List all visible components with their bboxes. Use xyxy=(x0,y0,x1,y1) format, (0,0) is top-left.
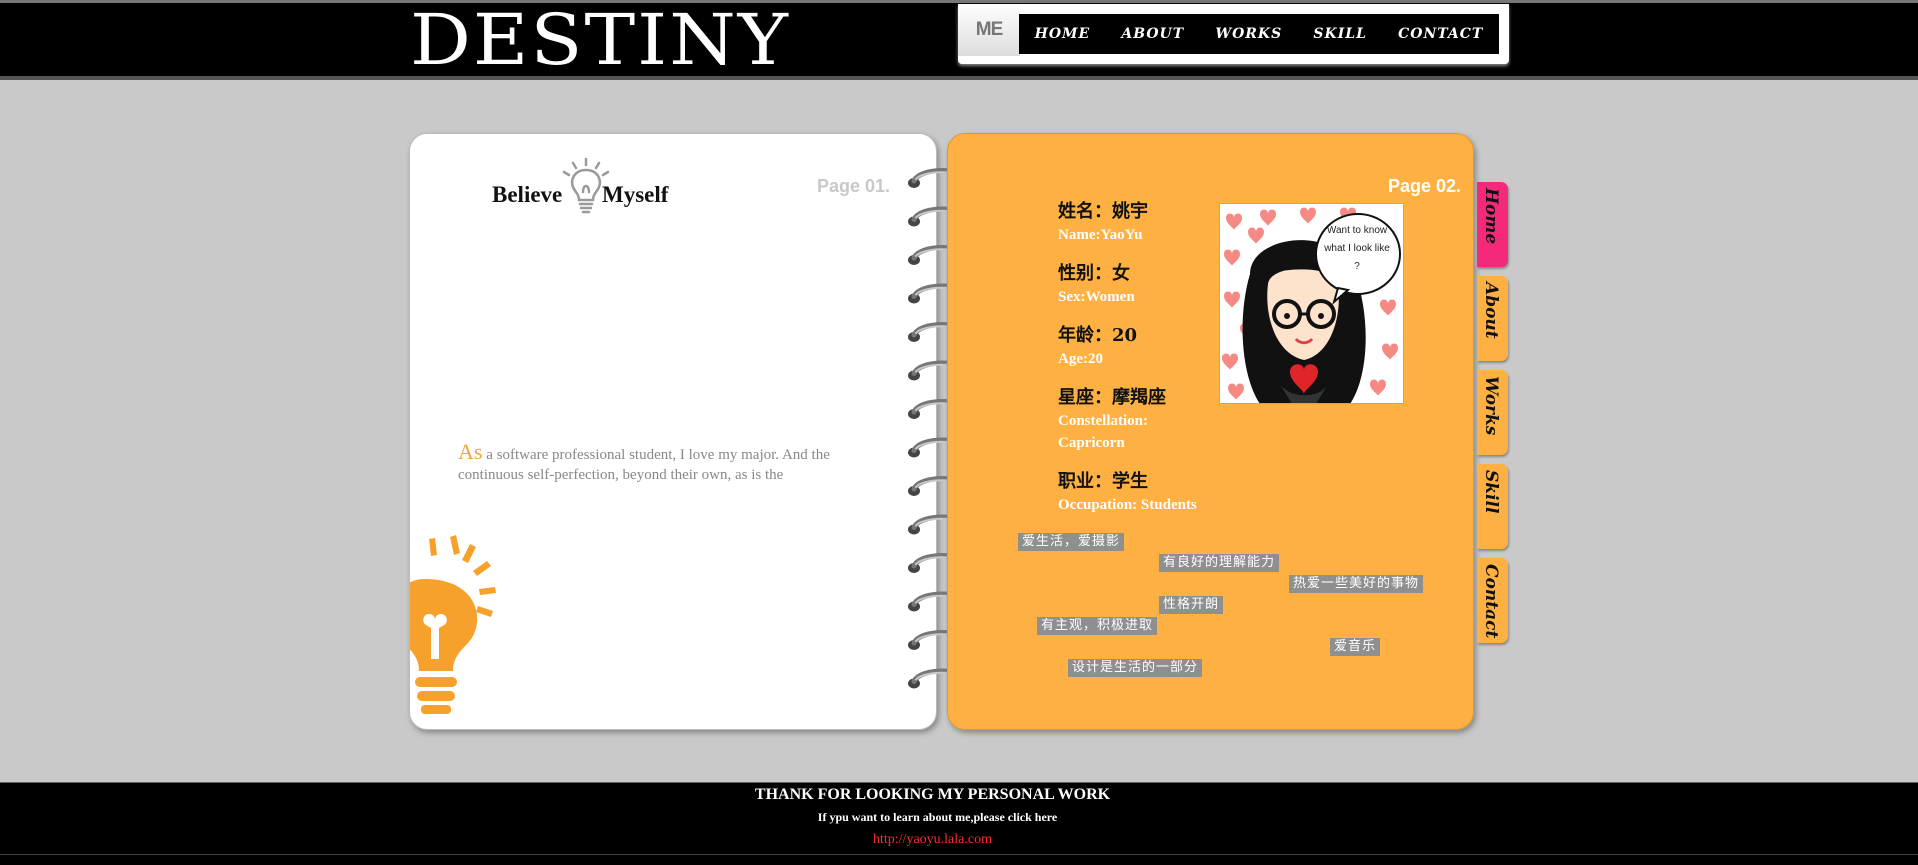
tag-proactive[interactable]: 有主观，积极进取 xyxy=(1037,617,1158,635)
info-occupation-cn: 职业：学生 xyxy=(1058,471,1148,492)
nav-contact[interactable]: CONTACT xyxy=(1398,26,1483,42)
footer: THANK FOR LOOKING MY PERSONAL WORK If yp… xyxy=(0,782,1918,865)
nav-home[interactable]: HOME xyxy=(1035,26,1091,42)
notebook-left-page: Page 01. Believe Myself As a software pr… xyxy=(409,133,937,730)
page-number-left: Page 01. xyxy=(817,176,891,196)
nav-skill[interactable]: SKILL xyxy=(1313,26,1367,42)
profile-info: 姓名：姚宇 Name:YaoYu 性别：女 Sex:Women 年龄：20 Ag… xyxy=(1058,200,1238,532)
info-occupation-en: Occupation: Students xyxy=(1058,497,1197,513)
nav-works[interactable]: WORKS xyxy=(1215,26,1282,42)
header-divider xyxy=(0,76,1918,77)
side-tab-skill[interactable]: Skill xyxy=(1477,464,1508,549)
side-tab-works-label: Works xyxy=(1481,376,1501,436)
info-sex: 性别：女 Sex:Women xyxy=(1058,262,1238,308)
side-tab-home[interactable]: Home xyxy=(1477,182,1508,267)
info-name-cn: 姓名：姚宇 xyxy=(1058,201,1148,222)
info-constellation-en-1: Constellation: xyxy=(1058,413,1148,429)
side-tab-home-label: Home xyxy=(1481,188,1501,245)
nav-container: ME HOME ABOUT WORKS SKILL CONTACT xyxy=(958,4,1509,64)
main-nav: HOME ABOUT WORKS SKILL CONTACT xyxy=(1019,14,1499,54)
footer-link[interactable]: http://yaoyu.lala.com xyxy=(0,829,1865,851)
side-tab-about[interactable]: About xyxy=(1477,276,1508,361)
info-sex-cn: 性别：女 xyxy=(1058,263,1130,284)
tag-design-life[interactable]: 设计是生活的一部分 xyxy=(1068,659,1203,677)
info-constellation: 星座：摩羯座 Constellation: Capricorn xyxy=(1058,386,1238,454)
info-constellation-cn: 星座：摩羯座 xyxy=(1058,387,1166,408)
nav-about[interactable]: ABOUT xyxy=(1121,26,1184,42)
tag-love-music[interactable]: 爱音乐 xyxy=(1330,638,1381,656)
info-occupation: 职业：学生 Occupation: Students xyxy=(1058,470,1238,516)
footer-title: THANK FOR LOOKING MY PERSONAL WORK xyxy=(754,786,1111,803)
intro-initial: As xyxy=(458,442,483,464)
tag-love-life-photography[interactable]: 爱生活，爱摄影 xyxy=(1018,533,1125,551)
side-tab-contact[interactable]: Contact xyxy=(1477,558,1508,643)
tag-good-understanding[interactable]: 有良好的理解能力 xyxy=(1159,554,1280,572)
title-believe: Believe xyxy=(492,182,563,207)
header-bar: DESTINY ME HOME ABOUT WORKS SKILL CONTAC… xyxy=(0,0,1918,80)
side-tab-contact-label: Contact xyxy=(1481,564,1501,639)
page-number-right: Page 02. xyxy=(1387,176,1461,196)
footer-divider xyxy=(0,854,1918,855)
bubble-text-1: Want to know xyxy=(1326,225,1388,236)
side-tab-skill-label: Skill xyxy=(1481,470,1501,514)
avatar-cartoon: Want to know what I look like ? xyxy=(1219,203,1404,404)
footer-subtitle: If ypu want to learn about me,please cli… xyxy=(817,810,1058,824)
intro-text: a software professional student, I love … xyxy=(458,447,830,482)
side-tab-works[interactable]: Works xyxy=(1477,370,1508,455)
side-tab-about-label: About xyxy=(1481,282,1501,339)
info-age: 年龄：20 Age:20 xyxy=(1058,324,1238,370)
tag-cheerful[interactable]: 性格开朗 xyxy=(1159,596,1224,614)
notebook-right-page: Page 02. 姓名：姚宇 Name:YaoYu 性别：女 Sex:Women… xyxy=(947,133,1474,730)
info-name-en: Name:YaoYu xyxy=(1058,227,1143,243)
big-lightbulb-icon xyxy=(410,535,496,714)
title-myself: Myself xyxy=(602,182,669,207)
info-age-cn: 年龄：20 xyxy=(1058,325,1138,346)
info-name: 姓名：姚宇 Name:YaoYu xyxy=(1058,200,1238,246)
me-tab[interactable]: ME xyxy=(958,4,1020,56)
site-logo[interactable]: DESTINY xyxy=(410,5,790,75)
info-constellation-en-2: Capricorn xyxy=(1058,435,1125,451)
bubble-text-3: ? xyxy=(1354,261,1360,272)
tag-love-beautiful-things[interactable]: 热爱一些美好的事物 xyxy=(1289,575,1424,593)
info-age-en: Age:20 xyxy=(1058,351,1103,367)
bubble-text-2: what I look like xyxy=(1324,243,1390,254)
info-sex-en: Sex:Women xyxy=(1058,289,1135,305)
intro-paragraph: As a software professional student, I lo… xyxy=(458,442,853,482)
